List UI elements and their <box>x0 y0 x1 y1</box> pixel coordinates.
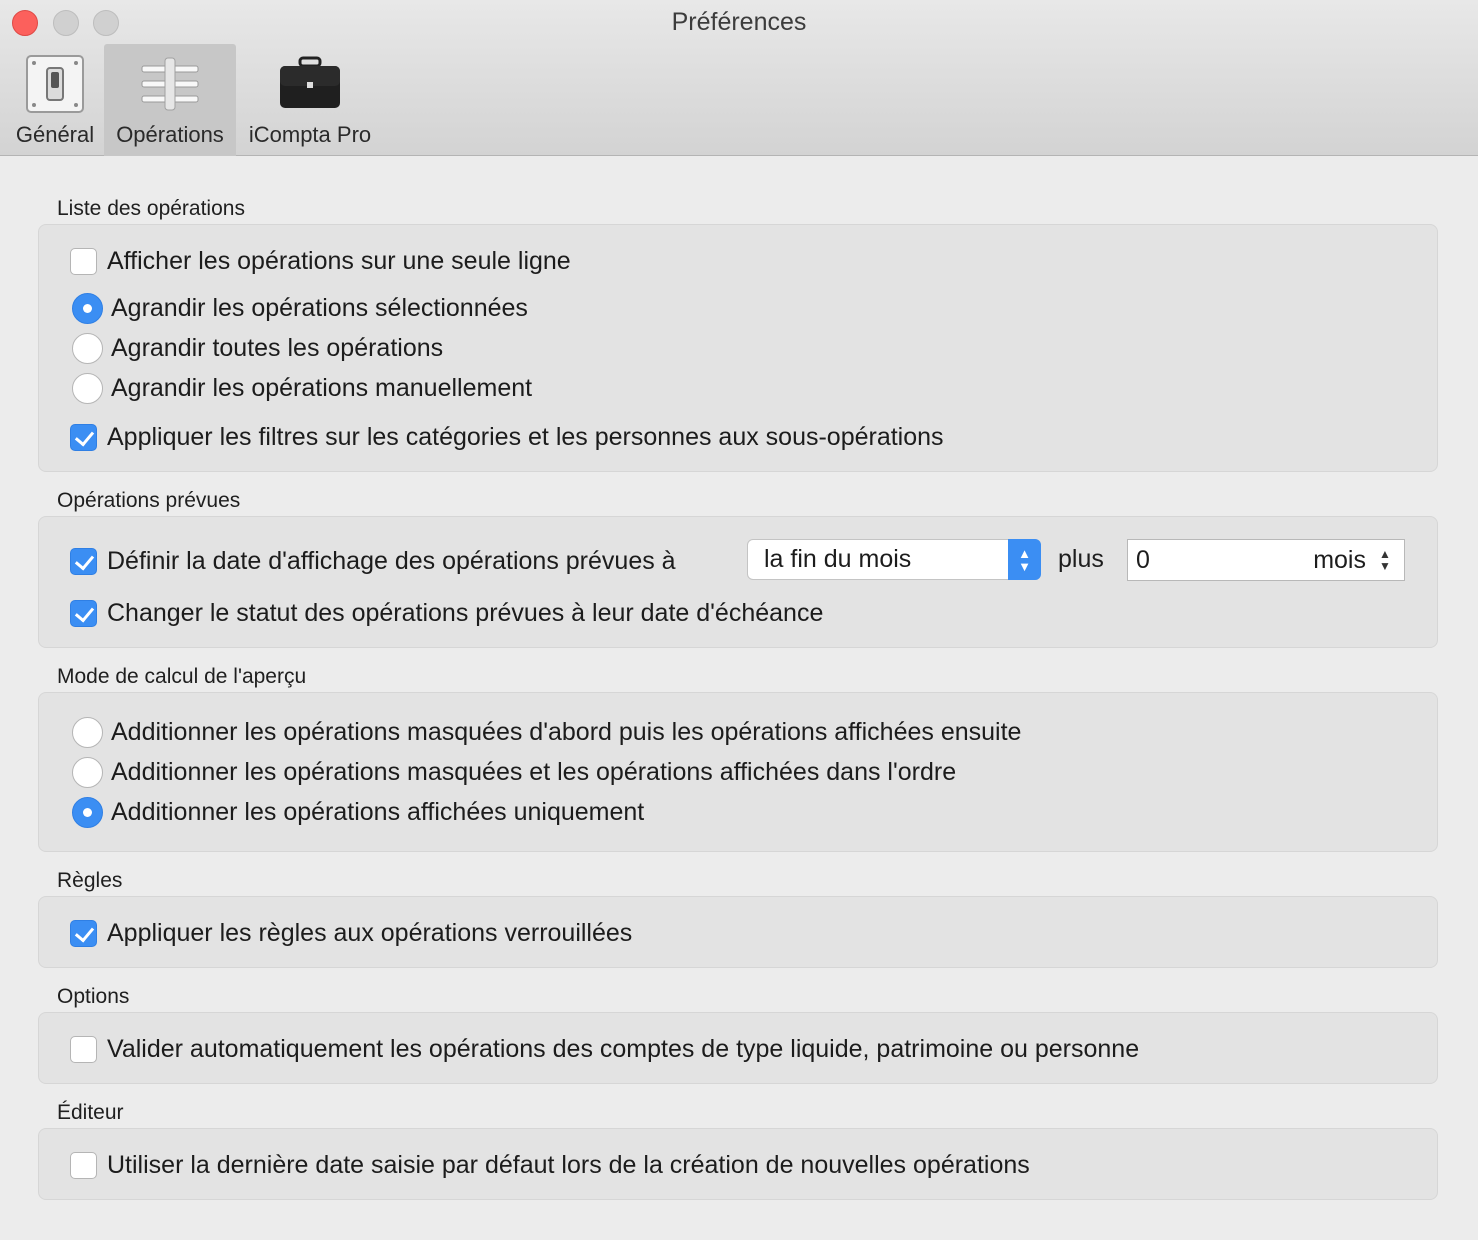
section-title-editor: Éditeur <box>57 1101 124 1124</box>
in-order-option[interactable]: Additionner les opérations masquées et l… <box>72 756 956 788</box>
expand-all-label: Agrandir toutes les opérations <box>111 333 444 362</box>
in-order-radio[interactable] <box>72 756 103 788</box>
apply-filters-label: Appliquer les filtres sur les catégories… <box>107 422 944 451</box>
expand-manual-label: Agrandir les opérations manuellement <box>111 373 533 402</box>
single-line-option[interactable]: Afficher les opérations sur une seule li… <box>70 245 571 277</box>
change-status-checkbox[interactable] <box>70 599 97 627</box>
apply-locked-label: Appliquer les règles aux opérations verr… <box>107 918 633 947</box>
window-titlebar: Préférences Général Opérations iCompta P… <box>0 0 1478 156</box>
stepper-chevrons-icon[interactable]: ▲ ▼ <box>1374 548 1396 572</box>
expand-manual-option[interactable]: Agrandir les opérations manuellement <box>72 372 532 404</box>
displayed-only-radio[interactable] <box>72 796 103 828</box>
plus-label: plus <box>1058 545 1104 573</box>
expand-selected-option[interactable]: Agrandir les opérations sélectionnées <box>72 292 528 324</box>
month-offset-unit: mois <box>1313 545 1366 574</box>
tab-general-label: Général <box>15 122 95 147</box>
hidden-first-label: Additionner les opérations masquées d'ab… <box>111 717 1022 746</box>
expand-all-option[interactable]: Agrandir toutes les opérations <box>72 332 443 364</box>
briefcase-icon <box>280 56 340 108</box>
apply-filters-checkbox[interactable] <box>70 423 97 451</box>
apply-filters-option[interactable]: Appliquer les filtres sur les catégories… <box>70 421 944 453</box>
section-title-scheduled: Opérations prévues <box>57 489 241 512</box>
month-offset-value[interactable]: 0 <box>1128 546 1313 575</box>
apply-locked-checkbox[interactable] <box>70 919 97 947</box>
month-offset-stepper[interactable]: 0 mois ▲ ▼ <box>1127 539 1405 581</box>
section-title-list: Liste des opérations <box>57 197 245 220</box>
displayed-only-option[interactable]: Additionner les opérations affichées uni… <box>72 796 644 828</box>
auto-validate-label: Valider automatiquement les opérations d… <box>107 1034 1140 1063</box>
section-title-preview: Mode de calcul de l'aperçu <box>57 665 307 688</box>
define-date-label: Définir la date d'affichage des opératio… <box>107 546 676 575</box>
section-title-rules: Règles <box>57 869 123 892</box>
define-date-checkbox[interactable] <box>70 547 97 575</box>
expand-all-radio[interactable] <box>72 332 103 364</box>
single-line-label: Afficher les opérations sur une seule li… <box>107 246 571 275</box>
hidden-first-option[interactable]: Additionner les opérations masquées d'ab… <box>72 716 1021 748</box>
auto-validate-option[interactable]: Valider automatiquement les opérations d… <box>70 1033 1139 1065</box>
in-order-label: Additionner les opérations masquées et l… <box>111 757 957 786</box>
tab-icompta-pro-label: iCompta Pro <box>248 122 372 147</box>
tab-general[interactable]: Général <box>6 44 104 156</box>
expand-manual-radio[interactable] <box>72 372 103 404</box>
last-date-checkbox[interactable] <box>70 1151 97 1179</box>
switch-icon <box>26 55 84 113</box>
tab-icompta-pro[interactable]: iCompta Pro <box>240 44 380 156</box>
window-title: Préférences <box>671 8 807 36</box>
hidden-first-radio[interactable] <box>72 716 103 748</box>
change-status-option[interactable]: Changer le statut des opérations prévues… <box>70 597 823 629</box>
date-option-popup[interactable]: la fin du mois ▲ ▼ <box>747 539 1041 580</box>
last-date-label: Utiliser la dernière date saisie par déf… <box>107 1150 1030 1179</box>
popup-chevrons-icon: ▲ ▼ <box>1008 539 1041 580</box>
tab-operations[interactable]: Opérations <box>104 44 236 156</box>
single-line-checkbox[interactable] <box>70 247 97 275</box>
section-title-options: Options <box>57 985 130 1008</box>
change-status-label: Changer le statut des opérations prévues… <box>107 598 824 627</box>
sliders-icon <box>141 57 199 111</box>
expand-selected-label: Agrandir les opérations sélectionnées <box>111 293 528 322</box>
expand-selected-radio[interactable] <box>72 292 103 324</box>
define-date-option[interactable]: Définir la date d'affichage des opératio… <box>70 545 676 577</box>
date-option-value: la fin du mois <box>764 545 912 573</box>
auto-validate-checkbox[interactable] <box>70 1035 97 1063</box>
apply-locked-option[interactable]: Appliquer les règles aux opérations verr… <box>70 917 632 949</box>
last-date-option[interactable]: Utiliser la dernière date saisie par déf… <box>70 1149 1030 1181</box>
displayed-only-label: Additionner les opérations affichées uni… <box>111 797 645 826</box>
tab-operations-label: Opérations <box>116 122 224 147</box>
